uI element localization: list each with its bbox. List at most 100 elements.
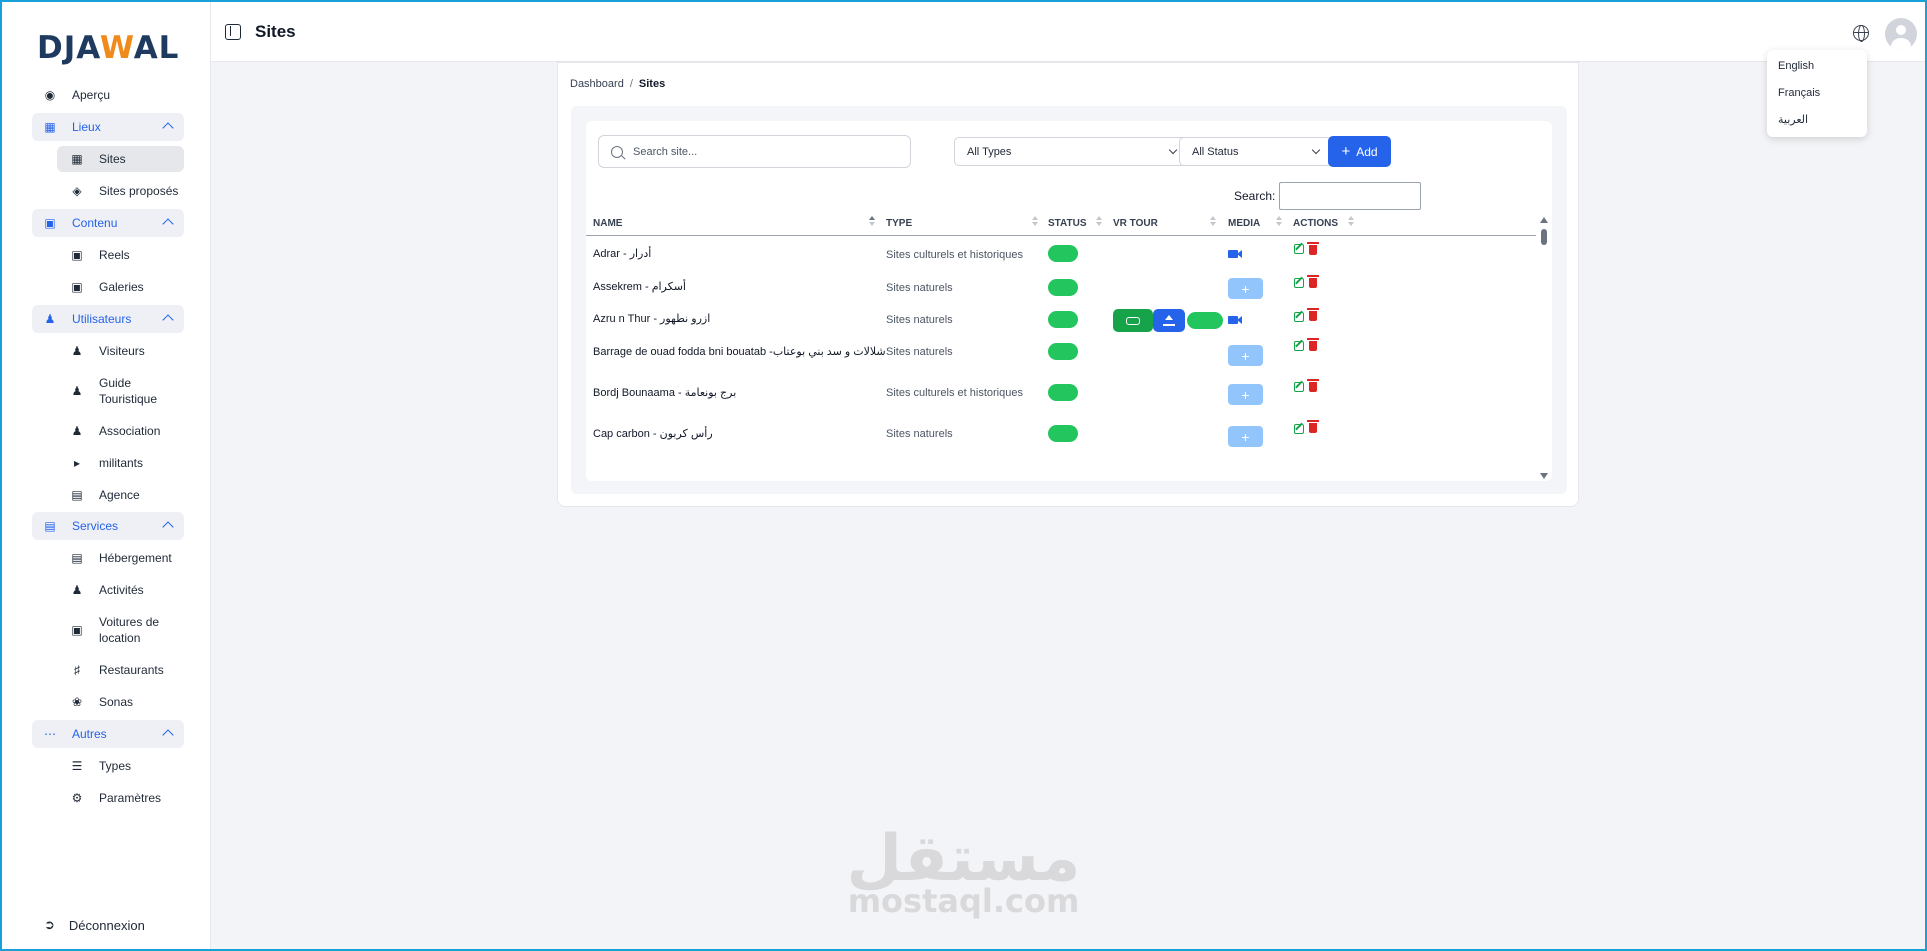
trash-icon[interactable] [1307, 308, 1319, 321]
edit-icon[interactable] [1294, 312, 1304, 322]
edit-icon[interactable] [1294, 278, 1304, 288]
column-header-vr-tour[interactable]: VR TOUR [1113, 218, 1158, 229]
logout-icon: ➲ [44, 917, 55, 932]
sidebar-item-label: Guide Touristique [99, 376, 158, 406]
sidebar-group-contenu[interactable]: ▣ Contenu [32, 209, 184, 237]
status-toggle[interactable] [1048, 311, 1078, 328]
sidebar-item-voitures[interactable]: ▣ Voitures de location [57, 613, 184, 647]
table-scrollbar[interactable] [1539, 217, 1549, 479]
sidebar-toggle-icon[interactable] [225, 24, 241, 40]
status-toggle[interactable] [1048, 384, 1078, 401]
add-media-button[interactable]: + [1228, 384, 1263, 405]
language-option-english[interactable]: English [1767, 58, 1867, 85]
sidebar-item-parametres[interactable]: ⚙ Paramètres [57, 785, 184, 811]
language-option-french[interactable]: Français [1767, 85, 1867, 112]
site-name: Azru n Thur - ازرو نطهور [593, 313, 711, 325]
column-header-status[interactable]: STATUS [1048, 218, 1087, 229]
sidebar-group-utilisateurs[interactable]: ♟ Utilisateurs [32, 305, 184, 333]
site-name: Adrar - أدرار [593, 248, 652, 260]
table-row[interactable]: Bordj Bounaama - برج بونعامة Sites cultu… [586, 373, 1536, 407]
sidebar-item-guide-touristique[interactable]: ♟ Guide Touristique [57, 374, 184, 408]
video-icon[interactable] [1228, 316, 1242, 324]
video-icon[interactable] [1228, 250, 1242, 258]
table-row[interactable]: Adrar - أدرار Sites culturels et histori… [586, 237, 1536, 271]
trash-icon[interactable] [1307, 420, 1319, 433]
site-name: Cap carbon - رأس كربون [593, 428, 713, 440]
content-panel: All Types All Status + Add Search: NAME … [571, 106, 1567, 494]
status-filter-select[interactable]: All Status [1179, 137, 1332, 166]
avatar[interactable] [1885, 18, 1917, 50]
table-row[interactable]: Cap carbon - رأس كربون Sites naturels + [586, 415, 1536, 449]
add-media-button[interactable]: + [1228, 345, 1263, 366]
vr-tour-view-button[interactable] [1113, 309, 1153, 332]
edit-icon[interactable] [1294, 244, 1304, 254]
search-site-input[interactable] [633, 145, 893, 158]
sidebar-item-types[interactable]: ☰ Types [57, 753, 184, 779]
sidebar-item-visiteurs[interactable]: ♟ Visiteurs [57, 338, 184, 364]
add-media-button[interactable]: + [1228, 426, 1263, 447]
sidebar-item-militants[interactable]: ▸ militants [57, 450, 184, 476]
sidebar-group-lieux[interactable]: ▦ Lieux [32, 113, 184, 141]
column-header-media[interactable]: MEDIA [1228, 218, 1260, 229]
sidebar-group-label: Utilisateurs [72, 312, 132, 326]
sidebar-group-autres[interactable]: ⋯ Autres [32, 720, 184, 748]
sidebar-group-label: Services [72, 519, 119, 533]
sidebar-item-label: Activités [99, 583, 144, 597]
trash-icon[interactable] [1307, 379, 1319, 392]
column-header-type[interactable]: TYPE [886, 218, 912, 229]
sidebar-item-galeries[interactable]: ▣ Galeries [57, 274, 184, 300]
sidebar-item-association[interactable]: ♟ Association [57, 418, 184, 444]
type-filter-select[interactable]: All Types [954, 137, 1189, 166]
edit-icon[interactable] [1294, 382, 1304, 392]
sidebar-item-activites[interactable]: ♟ Activités [57, 577, 184, 603]
table-search-input[interactable] [1279, 182, 1422, 210]
app-logo[interactable]: DJAWAL [37, 30, 179, 66]
sidebar-item-hebergement[interactable]: ▤ Hébergement [57, 545, 184, 571]
sidebar-item-sites-proposes[interactable]: ◈ Sites proposés [57, 178, 184, 204]
vr-tour-upload-button[interactable] [1153, 309, 1185, 332]
table-row[interactable]: Barrage de ouad fodda bni bouatab -شلالا… [586, 338, 1536, 373]
sidebar-item-restaurants[interactable]: ♯ Restaurants [57, 657, 184, 683]
sidebar-item-apercu[interactable]: ◉ Aperçu [32, 81, 184, 109]
column-header-actions[interactable]: ACTIONS [1293, 218, 1338, 229]
status-toggle[interactable] [1048, 279, 1078, 296]
search-site-box[interactable] [598, 135, 911, 168]
status-toggle[interactable] [1048, 343, 1078, 360]
trash-icon[interactable] [1307, 242, 1319, 255]
scroll-down-icon[interactable] [1540, 473, 1548, 479]
column-header-name[interactable]: NAME [593, 218, 622, 229]
ellipsis-icon: ⋯ [44, 727, 56, 741]
breadcrumb-current: Sites [638, 78, 666, 90]
vr-tour-toggle[interactable] [1187, 312, 1223, 329]
breadcrumb-dashboard[interactable]: Dashboard [570, 78, 624, 90]
user-icon: ♟ [71, 344, 83, 358]
trash-icon[interactable] [1307, 338, 1319, 351]
add-media-button[interactable]: + [1228, 278, 1263, 299]
scroll-up-icon[interactable] [1540, 217, 1548, 223]
add-button-label: Add [1356, 144, 1378, 159]
trash-icon[interactable] [1307, 275, 1319, 288]
sidebar-item-label: Visiteurs [99, 344, 145, 358]
table-row[interactable]: Assekrem - أسكرام Sites naturels + [586, 271, 1536, 305]
language-option-arabic[interactable]: العربية [1767, 112, 1867, 139]
vr-headset-icon [1126, 316, 1140, 325]
edit-icon[interactable] [1294, 424, 1304, 434]
edit-icon[interactable] [1294, 341, 1304, 351]
sidebar-item-sonas[interactable]: ❀ Sonas [57, 689, 184, 715]
type-filter-value: All Types [967, 145, 1012, 158]
sidebar-item-reels[interactable]: ▣ Reels [57, 242, 184, 268]
table-search-label: Search: [1234, 189, 1276, 203]
site-type: Sites culturels et historiques [886, 249, 1023, 261]
sidebar-item-agence[interactable]: ▤ Agence [57, 482, 184, 508]
sidebar-group-services[interactable]: ▤ Services [32, 512, 184, 540]
sidebar-item-sites[interactable]: ▦ Sites [57, 146, 184, 172]
table-row[interactable]: Azru n Thur - ازرو نطهور Sites naturels [586, 305, 1536, 339]
logout-button[interactable]: ➲ Déconnexion [44, 917, 145, 933]
scroll-thumb[interactable] [1541, 229, 1547, 245]
images-icon: ▣ [71, 248, 83, 262]
images-icon: ▣ [44, 216, 56, 230]
status-toggle[interactable] [1048, 245, 1078, 262]
status-toggle[interactable] [1048, 425, 1078, 442]
language-globe-icon[interactable] [1853, 25, 1869, 42]
add-site-button[interactable]: + Add [1328, 136, 1391, 167]
